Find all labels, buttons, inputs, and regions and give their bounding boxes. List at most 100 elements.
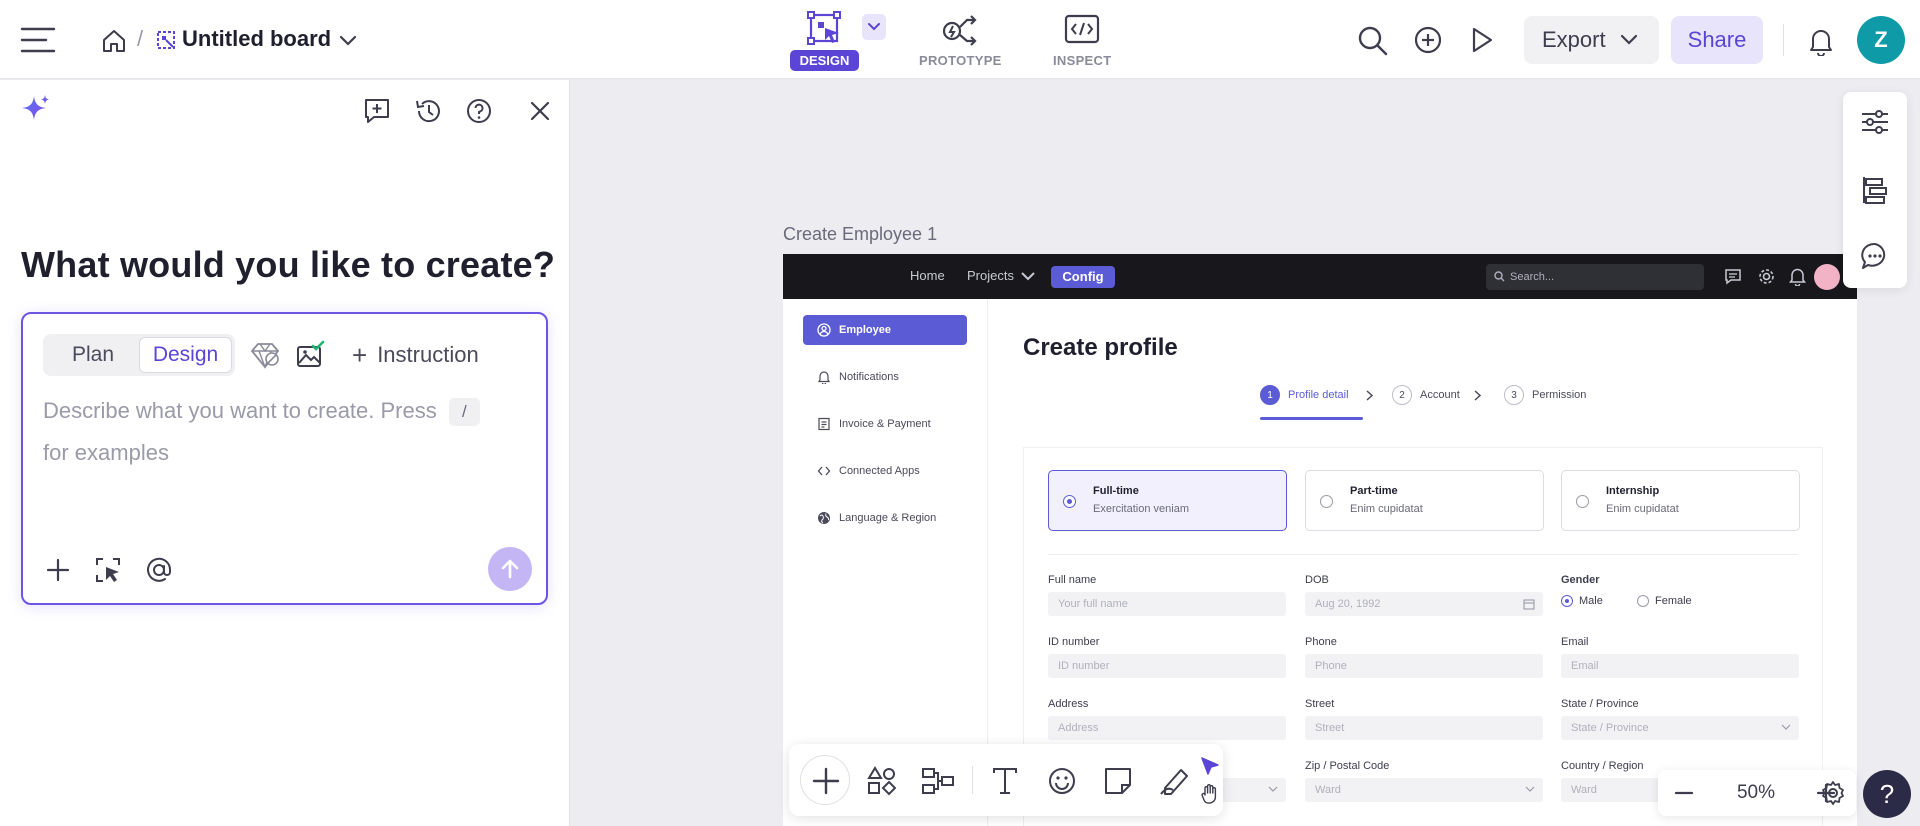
add-instruction-button[interactable]: + Instruction [352,342,479,368]
bell-icon[interactable] [1806,25,1836,57]
zip-select[interactable]: Ward [1305,778,1543,802]
user-avatar[interactable]: Z [1857,16,1905,64]
prompt-input[interactable]: Describe what you want to create. Press … [43,390,503,474]
step-profile-detail[interactable]: 1 Profile detail [1260,385,1349,405]
home-icon[interactable] [100,27,128,55]
prompt-composer[interactable]: Plan Design + Instruction Describe what … [21,312,548,605]
nav-config[interactable]: Config [1051,266,1115,288]
sidebar-item-employee[interactable]: Employee [803,315,967,345]
mode-design-button[interactable]: Design [139,337,232,373]
mention-icon[interactable] [144,555,174,585]
play-icon[interactable] [1468,25,1496,55]
design-mode-icon[interactable] [805,10,845,48]
send-button[interactable] [488,547,532,591]
flowchart-icon[interactable] [921,765,955,797]
user-circle-icon [817,323,831,337]
artboard-create-employee[interactable]: Home Projects Config Search... Employee [783,254,1857,826]
sidebar-item-connected-apps[interactable]: Connected Apps [803,456,967,486]
gear-icon[interactable] [1818,778,1848,808]
sidebar-item-invoice[interactable]: Invoice & Payment [803,409,967,439]
zoom-level[interactable]: 50% [1710,770,1802,816]
mode-plan-button[interactable]: Plan [47,337,139,373]
divider [1048,554,1798,555]
attach-plus-icon[interactable] [43,555,73,585]
menu-icon[interactable] [18,22,58,58]
employment-type-desc: Enim cupidatat [1350,503,1423,515]
id-number-input[interactable]: ID number [1048,654,1286,678]
email-input[interactable]: Email [1561,654,1799,678]
email-label: Email [1561,636,1589,648]
nav-home[interactable]: Home [910,268,945,283]
employment-type-internship[interactable]: Internship Enim cupidatat [1561,470,1800,531]
nav-projects[interactable]: Projects [967,268,1014,283]
history-icon[interactable] [413,96,443,126]
emoji-icon[interactable] [1046,765,1078,797]
new-chat-icon[interactable] [362,96,392,126]
pointer-tool-icon[interactable] [1198,754,1222,778]
add-circle-icon[interactable] [1412,24,1444,56]
breadcrumb-separator: / [137,26,144,51]
chevron-down-icon [1268,786,1278,793]
step-label: Permission [1532,389,1587,401]
shapes-icon[interactable] [865,765,897,797]
employment-type-desc: Exercitation veniam [1093,503,1189,515]
full-name-label: Full name [1048,574,1097,586]
search-icon[interactable] [1356,24,1390,58]
sidebar-item-label: Invoice & Payment [839,418,931,430]
design-system-icon[interactable] [249,339,281,371]
tab-design[interactable]: DESIGN [790,50,859,71]
board-title[interactable]: Untitled board [182,26,331,52]
zoom-out-icon[interactable] [1672,781,1696,805]
inspect-icon[interactable] [1063,12,1101,46]
employment-type-part-time[interactable]: Part-time Enim cupidatat [1305,470,1544,531]
state-select[interactable]: State / Province [1561,716,1799,740]
dob-placeholder: Aug 20, 1992 [1315,598,1381,610]
step-account[interactable]: 2 Account [1392,385,1460,405]
design-options-button[interactable] [862,14,886,40]
dob-input[interactable]: Aug 20, 1992 [1305,592,1543,616]
full-name-input[interactable]: Your full name [1048,592,1286,616]
phone-input[interactable]: Phone [1305,654,1543,678]
pencil-icon[interactable] [1158,765,1192,797]
sticky-note-icon[interactable] [1102,765,1134,797]
frame-label[interactable]: Create Employee 1 [783,224,937,245]
adjustments-icon[interactable] [1859,106,1891,138]
placeholder-text: Describe what you want to create. Press [43,398,437,423]
select-element-icon[interactable] [93,555,123,585]
export-label: Export [1542,27,1606,52]
tab-inspect[interactable]: INSPECT [1053,53,1111,68]
id-number-label: ID number [1048,636,1100,648]
tab-prototype[interactable]: PROTOTYPE [919,53,1002,68]
sidebar-item-notifications[interactable]: Notifications [803,362,967,392]
share-button[interactable]: Share [1671,16,1763,64]
add-tool-button[interactable] [800,755,850,805]
help-circle-icon[interactable] [464,96,494,126]
divider [972,766,973,794]
street-input[interactable]: Street [1305,716,1543,740]
help-button[interactable]: ? [1863,770,1911,818]
comments-icon[interactable] [1859,240,1891,272]
employment-type-full-time[interactable]: Full-time Exercitation veniam [1048,470,1287,531]
prototype-icon[interactable] [940,10,980,48]
right-side-toolbar [1843,92,1907,288]
address-input[interactable]: Address [1048,716,1286,740]
artboard-search-input[interactable]: Search... [1486,264,1704,290]
hand-tool-icon[interactable] [1198,782,1222,806]
gender-female-radio[interactable]: Female [1637,595,1692,607]
artboard-page-title: Create profile [1023,334,1178,361]
close-icon[interactable] [526,97,554,125]
chevron-down-icon[interactable] [337,30,359,52]
text-tool-icon[interactable] [989,765,1021,797]
bell-icon [1789,267,1806,286]
bottom-tool-palette [789,744,1223,816]
slash-key-hint: / [448,398,480,427]
sidebar-item-language[interactable]: Language & Region [803,503,967,533]
export-button[interactable]: Export [1524,16,1659,64]
image-reference-icon[interactable] [294,339,326,371]
layers-icon[interactable] [1859,174,1891,206]
step-permission[interactable]: 3 Permission [1504,385,1586,405]
chevron-down-icon [1781,724,1791,731]
ai-assistant-panel: What would you like to create? Plan Desi… [0,80,570,826]
street-label: Street [1305,698,1335,710]
gender-male-radio[interactable]: Male [1561,595,1603,607]
